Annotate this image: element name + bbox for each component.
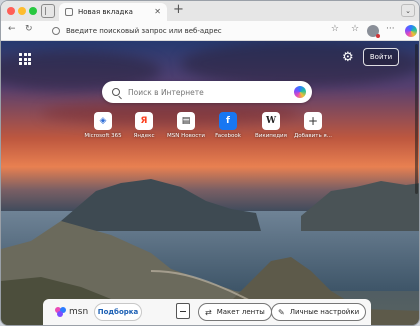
microsoft-365-icon: ◈	[94, 112, 112, 130]
quick-link-label: Facebook	[215, 133, 241, 139]
msn-butterfly-icon	[55, 307, 67, 317]
quick-link-microsoft-365[interactable]: ◈ Microsoft 365	[81, 112, 125, 139]
personalize-pencil-icon: ✎	[278, 307, 285, 317]
minimize-window-button[interactable]	[18, 7, 26, 15]
tab-list-button[interactable]: ⌄	[401, 4, 415, 17]
close-window-button[interactable]	[7, 7, 15, 15]
copilot-icon[interactable]	[405, 25, 417, 37]
plus-icon: +	[304, 112, 322, 130]
layout-sliders-icon: ⇄	[205, 307, 212, 317]
settings-gear-icon[interactable]: ⚙	[342, 50, 354, 65]
more-menu-button[interactable]: ···	[386, 24, 395, 34]
tab-new-tab[interactable]: Новая вкладка ✕	[59, 3, 167, 21]
maximize-window-button[interactable]	[29, 7, 37, 15]
address-placeholder: Введите поисковый запрос или веб-адрес	[66, 27, 222, 35]
quick-links: ◈ Microsoft 365 Я Яндекс ▤ MSN Новости f…	[81, 112, 341, 148]
collapse-feed-button[interactable]	[176, 303, 190, 319]
quick-link-label: Microsoft 365	[84, 133, 122, 139]
quick-link-label: Яндекс	[133, 133, 155, 139]
quick-link-wikipedia[interactable]: W Википедия	[249, 112, 293, 139]
reload-button[interactable]: ↻	[25, 24, 33, 34]
quick-link-label: Добавить я...	[294, 133, 332, 139]
personalize-button[interactable]: ✎ Личные настройки	[271, 303, 367, 321]
quick-link-facebook[interactable]: f Facebook	[206, 112, 250, 139]
title-bar: Новая вкладка ✕ + ⌄	[1, 1, 419, 21]
toolbar: ← ↻ Введите поисковый запрос или веб-адр…	[1, 21, 419, 41]
tab-title: Новая вкладка	[78, 8, 133, 16]
personalize-label: Личные настройки	[289, 308, 360, 316]
web-search-box[interactable]	[102, 81, 312, 103]
web-search-input[interactable]	[128, 87, 278, 97]
favorite-star-icon[interactable]: ☆	[331, 24, 339, 34]
feed-layout-label: Макет ленты	[216, 308, 265, 316]
new-tab-page-icon	[65, 8, 73, 16]
facebook-icon: f	[219, 112, 237, 130]
quick-link-label: MSN Новости	[166, 133, 205, 139]
news-icon: ▤	[177, 112, 195, 130]
profile-avatar[interactable]	[367, 25, 380, 38]
quick-link-label: Википедия	[255, 133, 287, 139]
browser-window: Новая вкладка ✕ + ⌄ ← ↻ Введите поисковы…	[0, 0, 420, 326]
page-scrollbar[interactable]	[413, 41, 419, 325]
search-icon	[52, 27, 60, 35]
wikipedia-icon: W	[262, 112, 280, 130]
yandex-icon: Я	[135, 112, 153, 130]
apps-grid-button[interactable]	[19, 53, 31, 65]
new-tab-page: ⚙ Войти ◈ Microsoft 365 Я Яндекс ▤ MSN Н…	[1, 41, 419, 325]
login-button[interactable]: Войти	[363, 48, 399, 66]
copilot-search-icon[interactable]	[294, 86, 306, 98]
feed-layout-button[interactable]: ⇄ Макет ленты	[198, 303, 272, 321]
close-tab-button[interactable]: ✕	[154, 7, 161, 16]
quick-link-msn-news[interactable]: ▤ MSN Новости	[164, 112, 208, 139]
back-button[interactable]: ←	[8, 24, 16, 34]
new-tab-button[interactable]: +	[173, 2, 184, 17]
search-icon	[112, 88, 120, 96]
address-bar[interactable]: Введите поисковый запрос или веб-адрес ☆	[48, 24, 343, 38]
feed-button[interactable]: Подборка	[94, 303, 142, 321]
scroll-thumb[interactable]	[415, 44, 418, 194]
msn-logo[interactable]: msn	[55, 307, 88, 317]
msn-label: msn	[69, 307, 89, 317]
favorites-icon[interactable]: ☆	[351, 24, 359, 34]
add-quick-link[interactable]: + Добавить я...	[291, 112, 335, 139]
news-feed-bar: msn Подборка ⇄ Макет ленты ✎ Личные наст…	[43, 299, 371, 325]
quick-link-yandex[interactable]: Я Яндекс	[122, 112, 166, 139]
tab-actions-icon[interactable]	[41, 4, 55, 18]
